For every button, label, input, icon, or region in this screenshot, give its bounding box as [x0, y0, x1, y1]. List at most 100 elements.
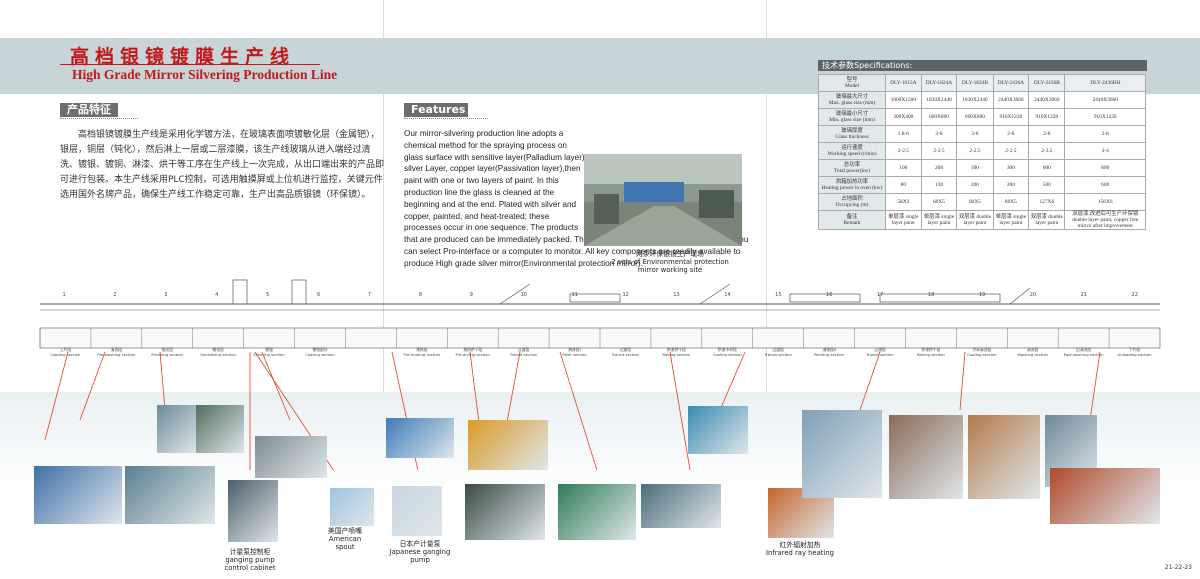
spec-row: 占地面积 Occupying (m) 58X3 60X5 80X5 80X5 127X6 15… [818, 193, 1146, 211]
equipment-photo [889, 415, 963, 499]
infrared-caption: 红外辐射加热 Infrared ray heating [765, 541, 835, 557]
section-number: 15 [775, 292, 782, 298]
spec-cell: 600X800 [920, 108, 958, 126]
spec-cell: 500 [1028, 176, 1066, 194]
page-number: 21-22-23 [1164, 564, 1192, 571]
spec-row-label-en: Total power(kw) [834, 168, 870, 174]
cabinet-caption-en: ganging pump control cabinet [224, 556, 276, 572]
section-number: 21 [1080, 292, 1087, 298]
section-number: 6 [317, 292, 321, 298]
equipment-photo [330, 488, 374, 526]
spec-cell: 916X1220 [1064, 108, 1146, 126]
spec-row-label-en: Remark [843, 220, 861, 226]
spec-row: 玻璃厚度 Glass thickness 1.8-6 3-8 3-8 2-8 2-8 2-8 [818, 125, 1146, 143]
spec-row: 总功率 Total power(kw) 100 208 300 300 600 800 [818, 159, 1146, 177]
spec-cell: 80X5 [992, 193, 1030, 211]
spec-row-label-en: Heating power in oven (kw) [821, 185, 883, 191]
spec-cell: 800 [1064, 159, 1146, 177]
spec-cell: 1000X1500 [885, 91, 922, 109]
spec-cell: 916X1220 [1028, 108, 1066, 126]
spec-row: 烘箱加热功率 Heating power in oven (kw) 80 130 200… [818, 176, 1146, 194]
section-number: 8 [418, 292, 422, 298]
spec-row-label-en: Glass thickness [835, 134, 869, 140]
spec-row-label: 总功率 Total power(kw) [818, 159, 886, 177]
en-section-heading: Features [404, 103, 488, 119]
spec-cell: 60X5 [920, 193, 958, 211]
spec-row-label: 玻璃最小尺寸 Min. glass size (mm) [818, 108, 886, 126]
equipment-photo [968, 415, 1040, 499]
equipment-photo [34, 466, 122, 524]
section-number: 1 [62, 292, 66, 298]
equipment-photo [558, 484, 636, 540]
infrared-caption-cn: 红外辐射加热 [779, 541, 821, 549]
spec-cell: 2440X3660 [1028, 91, 1066, 109]
equipment-photo [465, 484, 545, 540]
section-number: 20 [1029, 292, 1037, 298]
pump-caption-cn: 日本产计量泵 [399, 540, 441, 548]
spec-cell: 600 [1064, 176, 1146, 194]
spec-table: 型号 Model DLY-1015A DLY-1824A DLY-1824B DL… [818, 74, 1146, 230]
spec-cell: 130 [920, 176, 958, 194]
spec-cell: 2-3.5 [1028, 142, 1066, 160]
spec-model-col: DLY-1015A [885, 74, 922, 92]
section-number: 5 [266, 292, 270, 298]
spec-model-en: Model [844, 83, 860, 89]
equipment-photo [641, 484, 721, 528]
spec-model-col: DLY-1824B [956, 74, 994, 92]
cn-section-body: 高档银镜镀膜生产线是采用化学镀方法，在玻璃表面喷镀敏化层（金属钯），银层，铜层（… [60, 130, 385, 200]
spec-cell: 2-2.5 [885, 142, 922, 160]
cn-section-heading: 产品特征 [60, 103, 138, 119]
spec-model-col: DLY-2436B [1028, 74, 1066, 92]
spec-row: 玻璃最小尺寸 Min. glass size (mm) 300X400 600X800… [818, 108, 1146, 126]
spec-cell: 300X400 [885, 108, 922, 126]
equipment-photo [1050, 468, 1160, 524]
spec-cell: 2440X3660 [992, 91, 1030, 109]
main-photo [584, 154, 742, 246]
spec-cell: 208 [920, 159, 958, 177]
equipment-photo [157, 405, 197, 453]
spec-cell: 127X6 [1028, 193, 1066, 211]
spec-cell: 156X6 [1064, 193, 1146, 211]
workshop-photo [584, 154, 742, 246]
spec-cell: 单层漆 single layer paint [992, 210, 1030, 230]
equipment-photo [468, 420, 548, 470]
spec-cell: 600X800 [956, 108, 994, 126]
spec-cell: 单层漆 single layer paint [920, 210, 958, 230]
spout-caption: 美国产喷嘴 American spout [320, 527, 370, 551]
spec-cell: 双层漆,改进后可生产环保镜 double layer paint, copper… [1064, 210, 1146, 230]
title-divider [60, 64, 320, 65]
equipment-photo [196, 405, 244, 453]
spec-row-label: 运行速度 Working speed (r/min) [818, 142, 886, 160]
spec-cell: 1.8-6 [885, 125, 922, 143]
spec-cell: 2-2.5 [956, 142, 994, 160]
spec-row-label: 占地面积 Occupying (m) [818, 193, 886, 211]
spec-row-label: 玻璃厚度 Glass thickness [818, 125, 886, 143]
spec-model-col: DLY-2436BH [1064, 74, 1146, 92]
equipment-photo [688, 406, 748, 454]
section-number: 10 [520, 292, 527, 298]
spec-row-label: 烘箱加热功率 Heating power in oven (kw) [818, 176, 886, 194]
spec-cell: 双层漆 double layer paint [956, 210, 994, 230]
spec-cell: 1830X2440 [956, 91, 994, 109]
spec-model-col: DLY-2436A [992, 74, 1030, 92]
spec-cell: 200 [992, 176, 1030, 194]
section-number: 18 [927, 292, 935, 298]
equipment-photo [125, 466, 215, 524]
spec-cell: 3-8 [920, 125, 958, 143]
main-photo-caption-cn: 两条环保银镜生产现场 [636, 250, 704, 258]
spec-row: 运行速度 Working speed (r/min) 2-2.5 2-2.5 2-2.5… [818, 142, 1146, 160]
section-number: 22 [1131, 292, 1138, 298]
spec-cell: 2440X3660 [1064, 91, 1146, 109]
spec-cell: 80 [885, 176, 922, 194]
spec-row-label: 备注 Remark [818, 210, 886, 230]
spec-cell: 3-4 [1064, 142, 1146, 160]
pump-caption-en: Japanese ganging pump [389, 548, 451, 564]
equipment-photo [386, 418, 454, 458]
equipment-photo [802, 410, 882, 498]
spec-cell: 1830X2440 [920, 91, 958, 109]
spec-cell: 58X3 [885, 193, 922, 211]
spec-cell: 2-8 [1064, 125, 1146, 143]
spec-cell: 200 [956, 176, 994, 194]
spec-model-header: 型号 Model [818, 74, 886, 92]
spec-cell: 2-2.5 [992, 142, 1030, 160]
